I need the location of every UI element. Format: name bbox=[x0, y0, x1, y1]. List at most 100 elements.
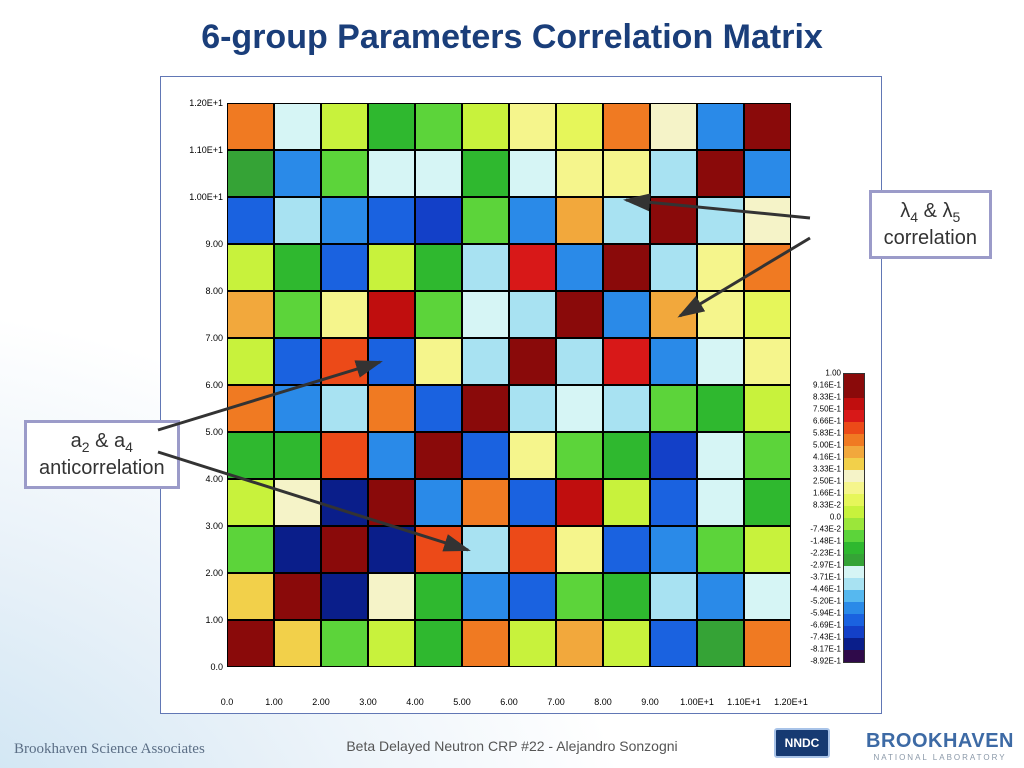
heatmap-cell bbox=[650, 197, 697, 244]
colorbar-label: 1.00 bbox=[825, 369, 841, 378]
chart-frame: 1.009.16E-18.33E-17.50E-16.66E-15.83E-15… bbox=[160, 76, 882, 714]
heatmap-cell bbox=[603, 244, 650, 291]
x-tick: 1.10E+1 bbox=[727, 697, 761, 707]
colorbar-label: 1.66E-1 bbox=[813, 489, 841, 498]
heatmap-cell bbox=[509, 620, 556, 667]
y-tick: 1.20E+1 bbox=[161, 98, 223, 108]
heatmap-cell bbox=[321, 526, 368, 573]
heatmap-cell bbox=[274, 291, 321, 338]
heatmap-cell bbox=[274, 479, 321, 526]
heatmap-cell bbox=[509, 432, 556, 479]
heatmap-cell bbox=[697, 103, 744, 150]
heatmap-cell bbox=[556, 573, 603, 620]
colorbar-label: 2.50E-1 bbox=[813, 477, 841, 486]
heatmap-cell bbox=[509, 479, 556, 526]
x-tick: 1.00 bbox=[265, 697, 283, 707]
heatmap-cell bbox=[274, 432, 321, 479]
colorbar-label: -1.48E-1 bbox=[810, 537, 841, 546]
heatmap-cell bbox=[274, 244, 321, 291]
heatmap-cell bbox=[274, 103, 321, 150]
heatmap-cell bbox=[415, 103, 462, 150]
heatmap-cell bbox=[603, 291, 650, 338]
heatmap-cell bbox=[415, 291, 462, 338]
heatmap-cell bbox=[650, 620, 697, 667]
heatmap-cell bbox=[603, 197, 650, 244]
heatmap-cell bbox=[462, 432, 509, 479]
colorbar-label: -8.92E-1 bbox=[810, 657, 841, 666]
heatmap-cell bbox=[321, 103, 368, 150]
heatmap-cell bbox=[556, 432, 603, 479]
heatmap-cell bbox=[462, 479, 509, 526]
heatmap-cell bbox=[556, 338, 603, 385]
heatmap-cell bbox=[650, 573, 697, 620]
heatmap-cell bbox=[744, 620, 791, 667]
heatmap-cell bbox=[227, 526, 274, 573]
heatmap-cell bbox=[321, 620, 368, 667]
heatmap bbox=[227, 103, 791, 667]
heatmap-cell bbox=[650, 385, 697, 432]
colorbar-label: -3.71E-1 bbox=[810, 573, 841, 582]
colorbar-label: 7.50E-1 bbox=[813, 405, 841, 414]
colorbar-label: 8.33E-1 bbox=[813, 393, 841, 402]
colorbar-label: -6.69E-1 bbox=[810, 621, 841, 630]
heatmap-cell bbox=[556, 385, 603, 432]
heatmap-cell bbox=[368, 573, 415, 620]
heatmap-cell bbox=[321, 385, 368, 432]
heatmap-cell bbox=[650, 338, 697, 385]
heatmap-cell bbox=[509, 150, 556, 197]
heatmap-cell bbox=[744, 573, 791, 620]
heatmap-cell bbox=[227, 197, 274, 244]
heatmap-cell bbox=[650, 432, 697, 479]
y-tick: 0.0 bbox=[161, 662, 223, 672]
heatmap-cell bbox=[462, 244, 509, 291]
heatmap-cell bbox=[321, 197, 368, 244]
logo-bnl: BROOKHAVEN NATIONAL LABORATORY bbox=[866, 730, 1014, 762]
y-tick: 8.00 bbox=[161, 286, 223, 296]
heatmap-cell bbox=[462, 385, 509, 432]
heatmap-cell bbox=[603, 479, 650, 526]
heatmap-cell bbox=[556, 620, 603, 667]
heatmap-cell bbox=[744, 432, 791, 479]
colorbar-label: -2.97E-1 bbox=[810, 561, 841, 570]
heatmap-cell bbox=[415, 573, 462, 620]
heatmap-cell bbox=[697, 385, 744, 432]
x-tick: 1.00E+1 bbox=[680, 697, 714, 707]
heatmap-cell bbox=[509, 526, 556, 573]
heatmap-cell bbox=[603, 103, 650, 150]
heatmap-cell bbox=[227, 432, 274, 479]
y-tick: 3.00 bbox=[161, 521, 223, 531]
heatmap-cell bbox=[462, 620, 509, 667]
heatmap-cell bbox=[462, 197, 509, 244]
y-tick: 1.00 bbox=[161, 615, 223, 625]
heatmap-cell bbox=[415, 338, 462, 385]
heatmap-cell bbox=[650, 103, 697, 150]
heatmap-cell bbox=[556, 150, 603, 197]
heatmap-cell bbox=[321, 573, 368, 620]
heatmap-cell bbox=[603, 573, 650, 620]
heatmap-cell bbox=[556, 291, 603, 338]
heatmap-cell bbox=[368, 479, 415, 526]
x-tick: 8.00 bbox=[594, 697, 612, 707]
y-tick: 6.00 bbox=[161, 380, 223, 390]
colorbar-label: 0.0 bbox=[830, 513, 841, 522]
heatmap-cell bbox=[697, 479, 744, 526]
heatmap-cell bbox=[697, 291, 744, 338]
heatmap-cell bbox=[697, 620, 744, 667]
y-tick: 2.00 bbox=[161, 568, 223, 578]
colorbar-label: -7.43E-1 bbox=[810, 633, 841, 642]
heatmap-cell bbox=[415, 244, 462, 291]
heatmap-cell bbox=[697, 573, 744, 620]
y-tick: 1.10E+1 bbox=[161, 145, 223, 155]
heatmap-cell bbox=[697, 244, 744, 291]
heatmap-cell bbox=[744, 338, 791, 385]
heatmap-cell bbox=[744, 197, 791, 244]
heatmap-cell bbox=[509, 573, 556, 620]
heatmap-cell bbox=[744, 291, 791, 338]
heatmap-cell bbox=[744, 103, 791, 150]
heatmap-cell bbox=[368, 244, 415, 291]
logo-nndc: NNDC bbox=[774, 728, 830, 758]
heatmap-cell bbox=[650, 479, 697, 526]
heatmap-cell bbox=[509, 291, 556, 338]
colorbar-strip bbox=[843, 373, 865, 663]
heatmap-cell bbox=[509, 103, 556, 150]
